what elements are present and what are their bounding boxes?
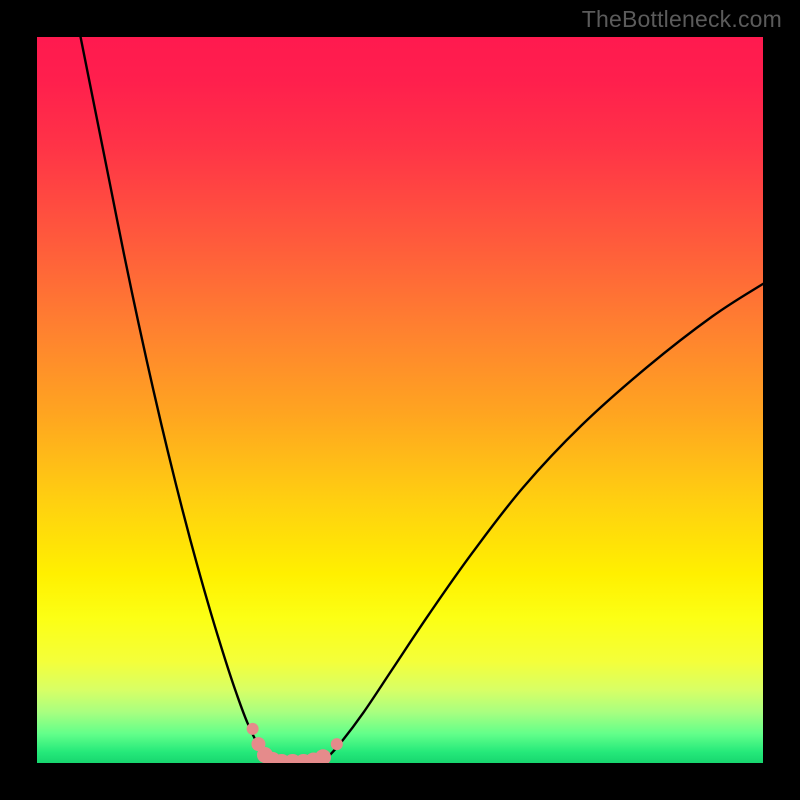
marker-point [315, 749, 331, 763]
curve-layer [37, 37, 763, 763]
chart-frame: TheBottleneck.com [0, 0, 800, 800]
watermark-text: TheBottleneck.com [582, 6, 782, 33]
marker-point [247, 723, 259, 735]
series-curve-left [81, 37, 277, 763]
series-curve-right [317, 284, 763, 763]
series-curves [81, 37, 763, 763]
plot-area [37, 37, 763, 763]
highlight-markers [247, 723, 343, 763]
marker-point [331, 738, 343, 750]
